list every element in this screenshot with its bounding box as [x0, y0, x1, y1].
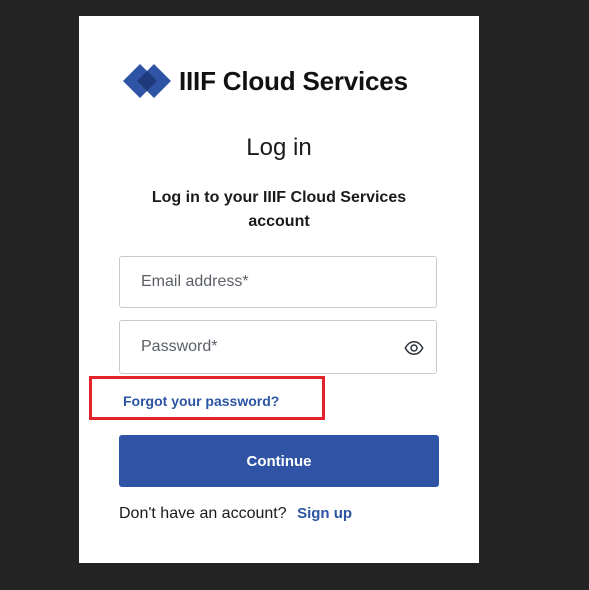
page-subtitle: Log in to your IIIF Cloud Services accou…	[151, 189, 407, 230]
password-field[interactable]	[119, 320, 437, 374]
eye-icon[interactable]	[404, 338, 424, 358]
page-background: IIIF Cloud Services Log in Log in to you…	[0, 0, 589, 590]
diamond-logo-icon	[123, 64, 171, 98]
login-card: IIIF Cloud Services Log in Log in to you…	[79, 16, 479, 563]
continue-button[interactable]: Continue	[119, 435, 439, 487]
password-input[interactable]	[141, 321, 401, 373]
forgot-password-link[interactable]: Forgot your password?	[123, 393, 279, 409]
signup-prompt: Don't have an account?	[119, 505, 287, 522]
brand-name: IIIF Cloud Services	[179, 65, 408, 96]
signup-row: Don't have an account? Sign up	[119, 505, 352, 523]
brand-header: IIIF Cloud Services	[123, 64, 408, 98]
signup-link[interactable]: Sign up	[297, 505, 352, 522]
page-title: Log in	[246, 134, 312, 161]
email-input[interactable]	[141, 257, 401, 307]
email-field[interactable]	[119, 256, 437, 308]
